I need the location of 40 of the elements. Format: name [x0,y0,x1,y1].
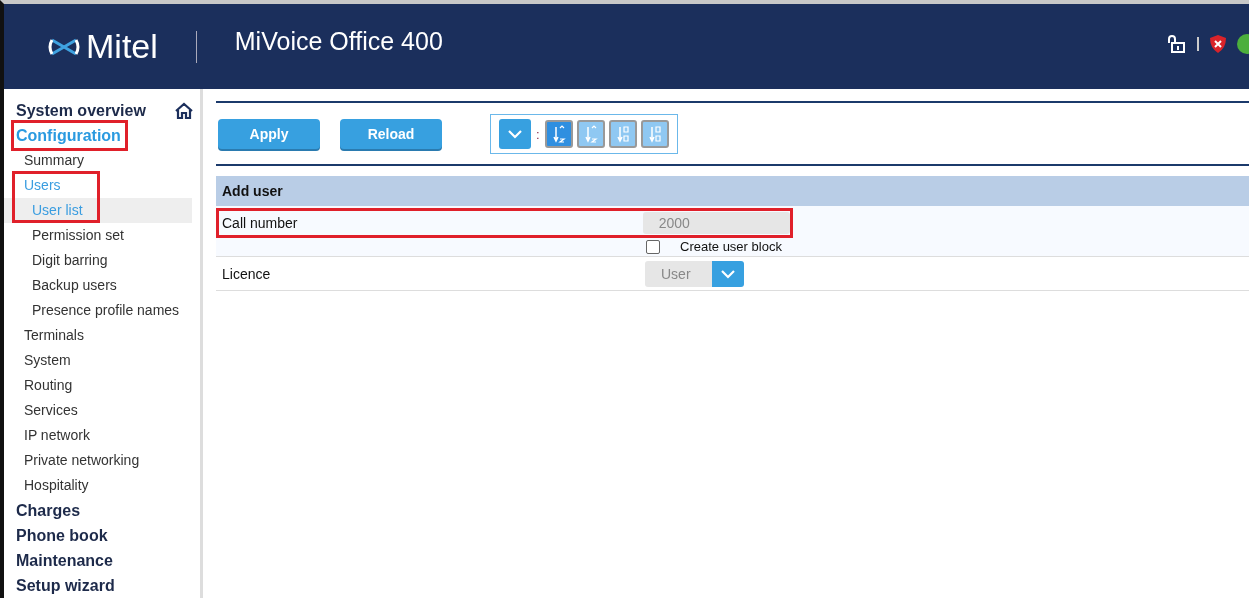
product-title: MiVoice Office 400 [234,27,443,56]
field-label: Licence [221,265,272,282]
nav-item[interactable]: Routing [4,373,200,398]
unlocked-lock-icon[interactable] [1167,34,1187,53]
nav-section[interactable]: Setup wizard [4,573,117,598]
sort-button[interactable] [576,120,605,148]
sort-button[interactable] [544,120,573,148]
sort-icon [551,125,566,143]
nav-item[interactable]: Backup users [4,273,200,298]
nav-item[interactable]: Hospitality [4,473,200,498]
nav-section[interactable]: Phone book [4,523,110,548]
nav-section[interactable]: System overview [4,98,148,123]
nav-item[interactable]: Terminals [4,323,200,348]
checkbox-label: Create user block [680,239,782,254]
field-label: Call number [221,215,299,231]
nav-item[interactable]: Private networking [4,448,200,473]
home-icon[interactable] [174,101,194,120]
nav-item[interactable]: Summary [4,148,200,173]
chevron-down-icon [720,268,736,279]
nav-item[interactable]: Permission set [4,223,200,248]
section-header: Add user [216,176,1249,206]
nav-item[interactable]: Presence profile names [4,298,200,323]
chevron-down-icon [507,129,523,139]
shield-icon[interactable] [1209,33,1227,54]
nav-item[interactable]: Digit barring [4,248,200,273]
sort-button[interactable] [640,120,669,148]
checkbox[interactable] [646,239,660,254]
separator-text: : [536,126,540,142]
nav-item[interactable]: IP network [4,423,200,448]
nav-section[interactable]: Charges [4,498,83,523]
nav-section[interactable]: Maintenance [4,548,115,573]
dropdown-button[interactable] [499,119,531,149]
nav-item[interactable]: System [4,348,200,373]
logo-icon [48,36,80,57]
sort-icon [615,125,630,143]
nav-item[interactable]: Services [4,398,200,423]
logo-text: Mitel [86,27,158,66]
sort-icon [647,125,662,143]
sort-button[interactable] [608,120,637,148]
sort-icon [583,125,598,143]
